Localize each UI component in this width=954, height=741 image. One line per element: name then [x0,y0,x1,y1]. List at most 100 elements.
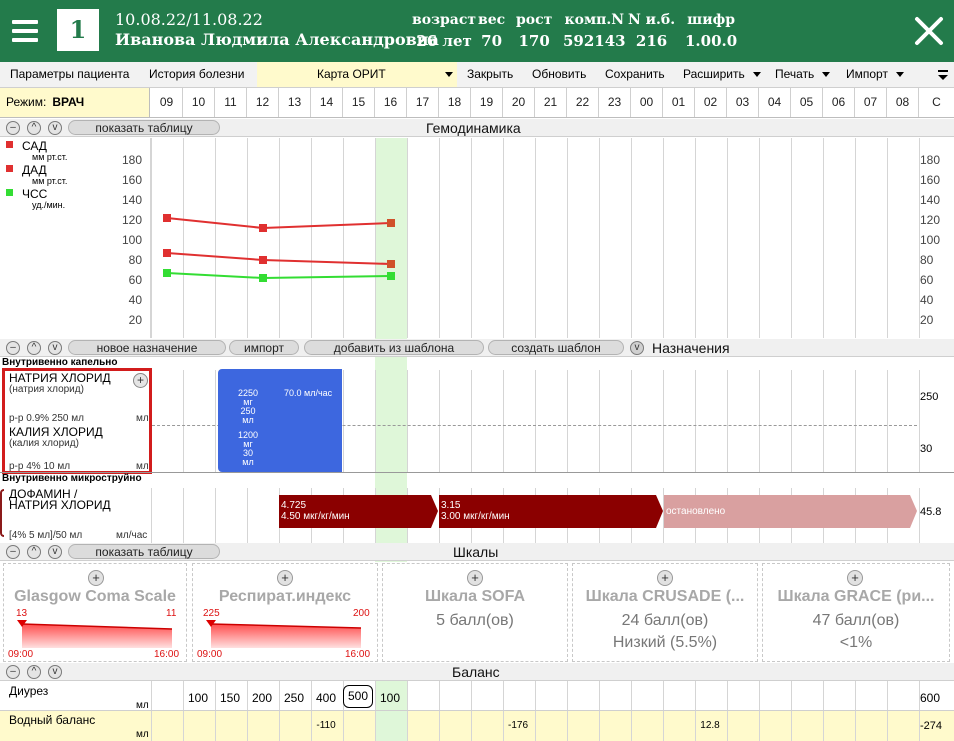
scale-card-respiratory[interactable]: + Респират.индекс 225 200 09:00 16:00 [192,563,378,662]
balance-grid-line [599,681,600,711]
balance-grid-line [215,711,216,741]
water-unit: мл [136,729,149,740]
scales-title: Шкалы [453,544,499,560]
water-balance-highlight [375,711,407,741]
balance-grid-line [855,711,856,741]
scale-card-crusade[interactable]: + Шкала CRUSADE (... 24 балл(ов) Низкий … [572,563,758,662]
orit-card-window: 1 10.08.22/11.08.22 Иванова Людмила Алек… [0,0,954,741]
balance-grid-line [663,681,664,711]
balance-grid-line [471,711,472,741]
scale-grace-risk: <1% [839,634,873,651]
water-h14[interactable]: -110 [310,720,342,731]
minus-icon[interactable]: – [6,545,20,559]
balance-grid-line [567,681,568,711]
balance-grid-line [887,681,888,711]
water-total: -274 [920,720,943,732]
scales-show-table-button[interactable]: показать таблицу [68,544,220,559]
balance-grid-line [599,711,600,741]
chevron-down-icon[interactable]: v [48,665,62,679]
scale-respiratory-trend [206,620,362,648]
scale-card-grace[interactable]: + Шкала GRACE (ри... 47 балл(ов) <1% [762,563,950,662]
balance-grid-line [791,711,792,741]
seg3-label: остановлено [666,506,726,517]
diuresis-unit: мл [136,700,149,711]
balance-grid-line [759,711,760,741]
diuresis-h11[interactable]: 150 [214,691,246,705]
scale-card-sofa[interactable]: + Шкала SOFA 5 балл(ов) [382,563,568,662]
balance-grid-line [695,681,696,711]
balance-grid-line [407,681,408,711]
diuresis-h15-selected[interactable]: 500 [343,685,373,708]
balance-grid-line [855,681,856,711]
water-h20[interactable]: -176 [502,720,534,731]
balance-grid-line [535,681,536,711]
balance-grid-line [567,711,568,741]
seg2-rate: 3.00 мкг/кг/мин [441,511,510,522]
scale-crusade-risk: Низкий (5.5%) [612,634,718,651]
balance-section-bar: – ^ v Баланс [0,663,954,681]
seg1-value: 4.725 [281,500,307,511]
balance-grid-line [823,711,824,741]
water-h02[interactable]: 12.8 [694,720,726,731]
scale-sofa-title: Шкала SOFA [424,588,526,605]
scale-glasgow-title: Glasgow Coma Scale [14,588,176,605]
balance-grid-line [183,711,184,741]
balance-grid-line [279,711,280,741]
seg2-value: 3.15 [441,500,461,511]
diuresis-total: 600 [920,691,941,705]
seg1-rate: 4.50 мкг/кг/мин [281,511,350,522]
scale-glasgow-time-start: 09:00 [8,649,34,660]
diuresis-h10[interactable]: 100 [182,691,214,705]
add-icon[interactable]: + [277,570,293,586]
scale-glasgow-trend [17,620,173,648]
balance-title: Баланс [452,664,500,680]
add-icon[interactable]: + [88,570,104,586]
balance-grid-line [727,711,728,741]
seg1-label: 4.725 4.50 мкг/кг/мин [281,500,350,522]
balance-grid-line [151,711,152,741]
add-icon[interactable]: + [847,570,863,586]
diuresis-h12[interactable]: 200 [246,691,278,705]
balance-grid-line [727,681,728,711]
scale-respiratory-time-end: 16:00 [345,649,371,660]
diuresis-h13[interactable]: 250 [278,691,310,705]
chevron-up-icon[interactable]: ^ [27,665,41,679]
minus-icon[interactable]: – [6,665,20,679]
seg2-label: 3.15 3.00 мкг/кг/мин [441,500,510,522]
scale-respiratory-time-start: 09:00 [197,649,223,660]
scale-grace-title: Шкала GRACE (ри... [777,588,935,605]
balance-grid-line [887,711,888,741]
scale-card-glasgow[interactable]: + Glasgow Coma Scale 13 11 09:00 16:00 [3,563,187,662]
balance-grid-line [439,681,440,711]
add-icon[interactable]: + [467,570,483,586]
balance-grid-line [151,681,152,711]
scale-respiratory-title: Респират.индекс [218,588,352,605]
balance-grid-line [407,711,408,741]
scale-sofa-score: 5 балл(ов) [436,612,514,629]
balance-grid-line [439,711,440,741]
add-icon[interactable]: + [657,570,673,586]
balance-grid-line [791,681,792,711]
scale-crusade-score: 24 балл(ов) [621,612,709,629]
diuresis-h14[interactable]: 400 [310,691,342,705]
balance-grid-line [535,711,536,741]
chevron-up-icon[interactable]: ^ [27,545,41,559]
balance-grid-line [823,681,824,711]
diuresis-label: Диурез [9,684,49,698]
balance-grid-line [247,711,248,741]
scale-grace-score: 47 балл(ов) [812,612,900,629]
scale-crusade-title: Шкала CRUSADE (... [585,588,745,605]
chevron-down-icon[interactable]: v [48,545,62,559]
balance-grid-line [663,711,664,741]
balance-grid-line [503,681,504,711]
balance-grid-line [631,711,632,741]
balance-grid-line [471,681,472,711]
balance-grid-line [375,711,376,741]
scales-section-bar: – ^ v показать таблицу Шкалы [0,543,954,561]
scale-glasgow-time-end: 16:00 [154,649,180,660]
balance-grid-line [759,681,760,711]
balance-grid-line [343,711,344,741]
diuresis-h16[interactable]: 100 [374,691,406,705]
water-label: Водный баланс [9,713,96,727]
balance-grid-line [631,681,632,711]
